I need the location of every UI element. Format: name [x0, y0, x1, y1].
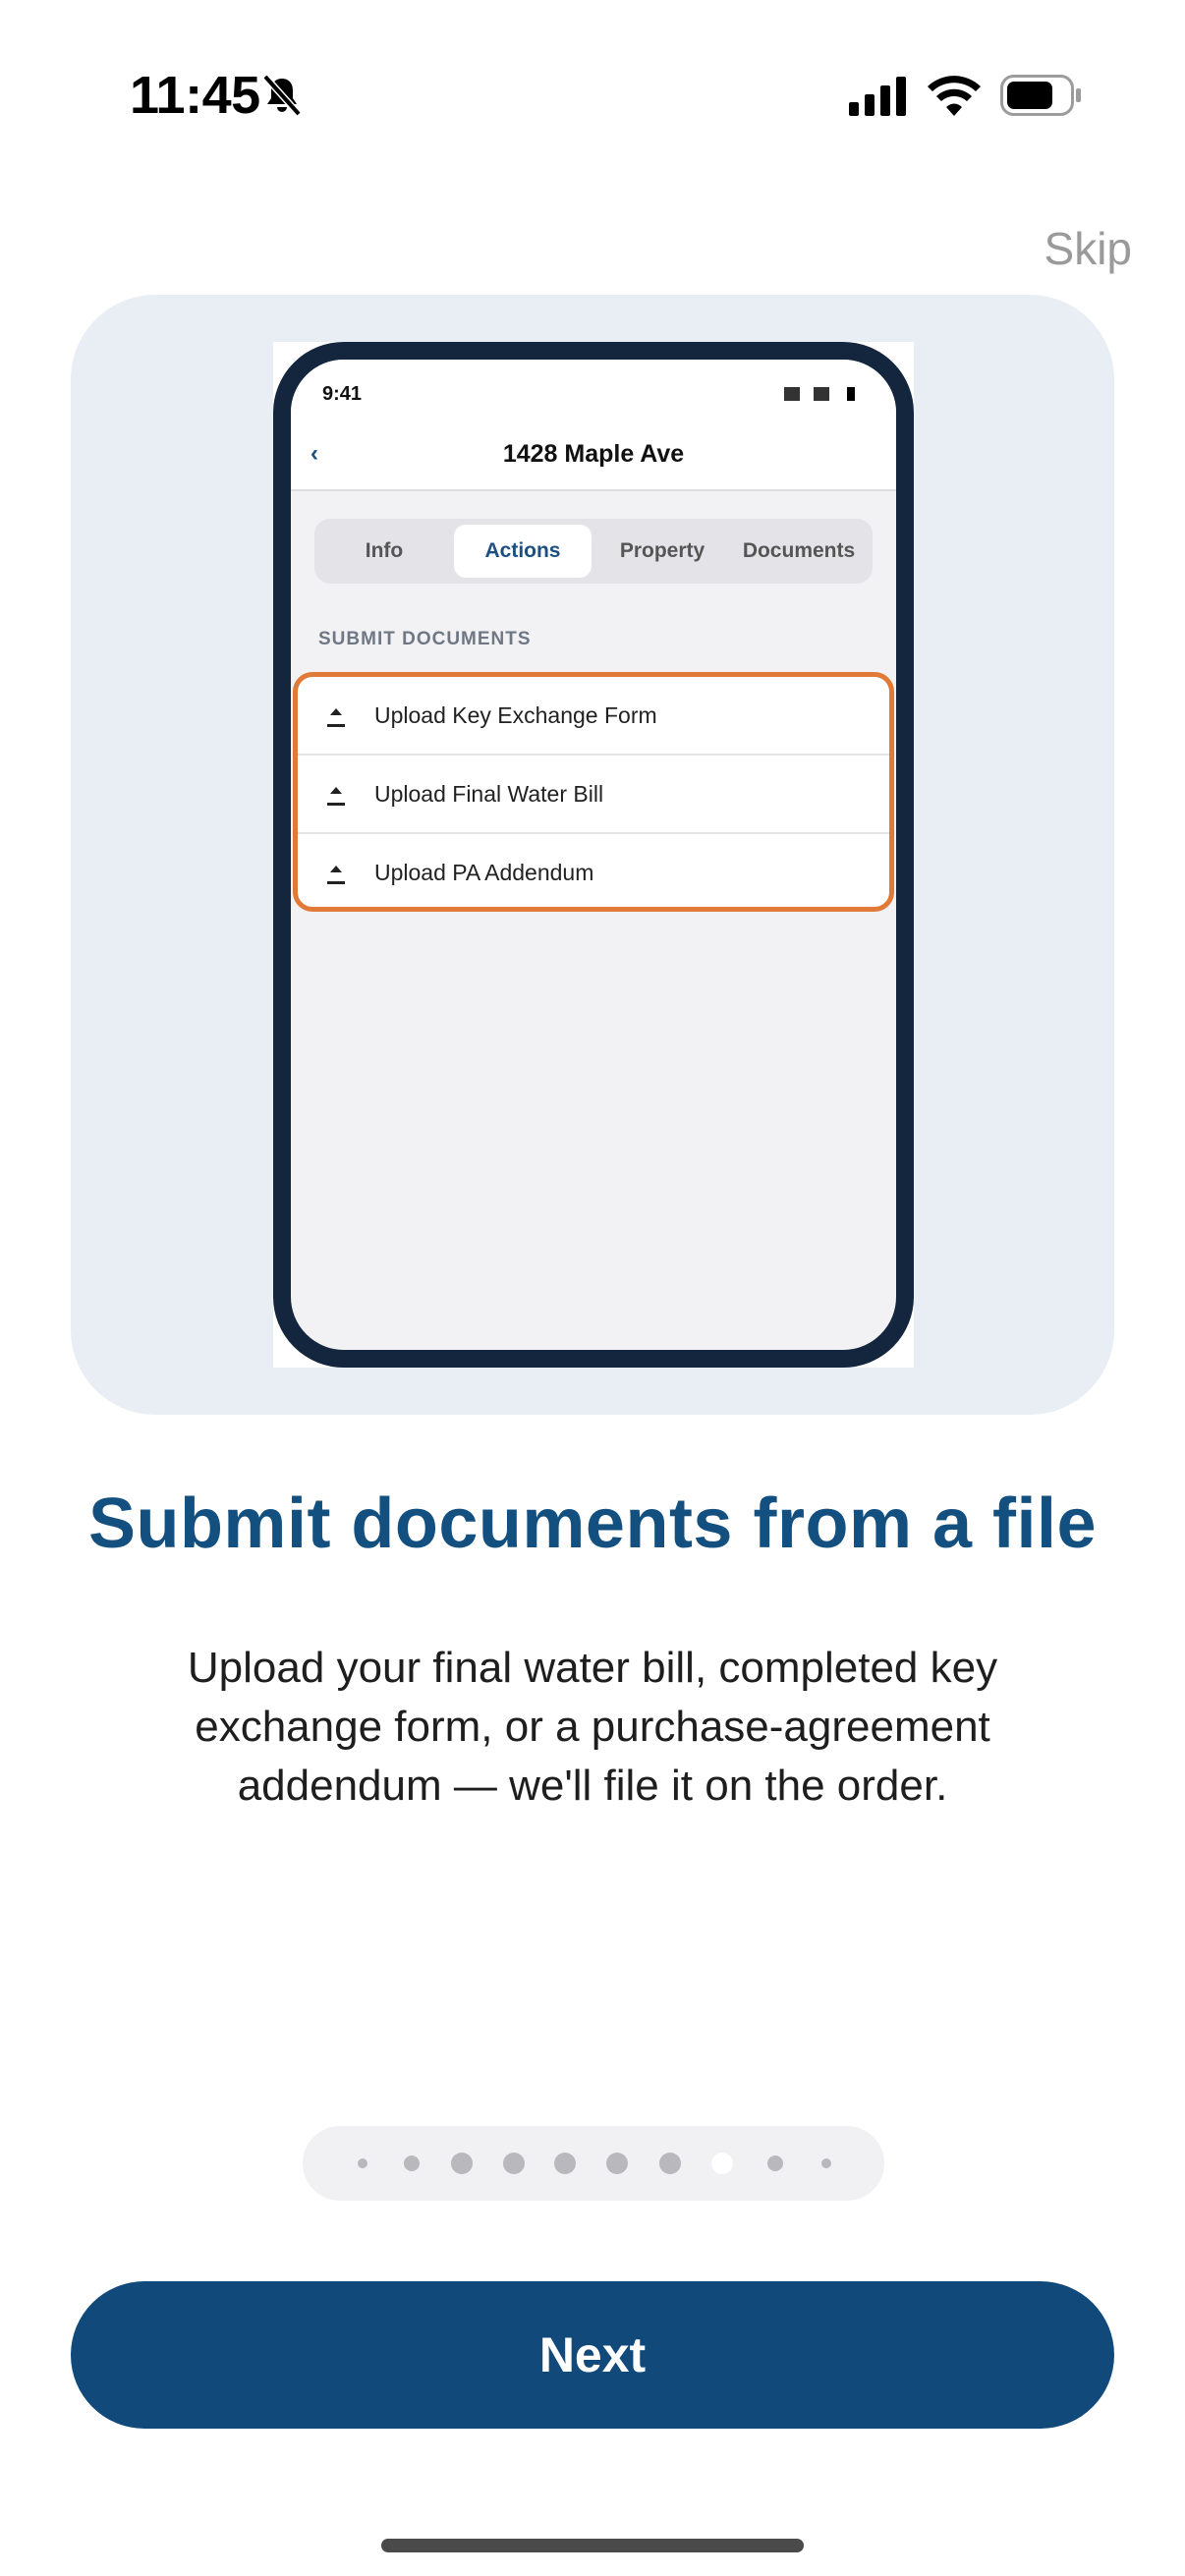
list-item: Upload Key Exchange Form [298, 677, 889, 756]
mock-status-icons [784, 387, 855, 401]
list-item: Upload Final Water Bill [298, 756, 889, 834]
page-dot[interactable] [821, 2158, 831, 2168]
page-description: Upload your final water bill, completed … [187, 1644, 998, 1810]
skip-button[interactable]: Skip [1044, 222, 1132, 275]
page-dot[interactable] [358, 2158, 367, 2168]
mock-upload-list: Upload Key Exchange Form Upload Final Wa… [293, 672, 894, 912]
page-dot[interactable] [554, 2153, 576, 2174]
home-indicator[interactable] [381, 2539, 804, 2552]
mock-tab-info: Info [365, 539, 404, 562]
page-dot[interactable] [659, 2153, 681, 2174]
upload-icon [327, 708, 345, 727]
battery-icon [1000, 75, 1081, 116]
page-dot-active[interactable] [711, 2153, 733, 2174]
phone-frame: 9:41 ‹ 1428 Maple Ave Info Actions Prope… [273, 342, 914, 1368]
page-dot[interactable] [606, 2153, 628, 2174]
upload-icon [327, 866, 345, 884]
cellular-signal-icon [849, 77, 906, 116]
mock-tab-documents: Documents [742, 539, 856, 562]
bell-off-icon [262, 74, 302, 117]
list-item-label: Upload Key Exchange Form [374, 702, 657, 728]
mock-tab-property: Property [619, 539, 705, 562]
status-bar: 11:45 [0, 0, 1185, 187]
page-dot[interactable] [503, 2153, 525, 2174]
mock-section-header: SUBMIT DOCUMENTS [318, 629, 532, 649]
page-dot[interactable] [451, 2153, 473, 2174]
list-item: Upload PA Addendum [298, 834, 889, 907]
phone-mockup: 9:41 ‹ 1428 Maple Ave Info Actions Prope… [273, 342, 914, 1368]
list-item-label: Upload PA Addendum [374, 860, 594, 885]
upload-icon [327, 787, 345, 806]
mock-nav-bar: ‹ 1428 Maple Ave [291, 419, 896, 491]
page-indicator[interactable] [303, 2126, 884, 2201]
page-dot[interactable] [404, 2156, 420, 2171]
status-time: 11:45 [130, 66, 260, 125]
mock-status-bar: 9:41 [291, 360, 896, 419]
mock-status-time: 9:41 [322, 383, 363, 405]
next-button[interactable]: Next [71, 2281, 1114, 2429]
wifi-icon [928, 76, 981, 116]
mock-nav-title: 1428 Maple Ave [502, 440, 685, 468]
mock-segmented-control: Info Actions Property Documents [314, 519, 873, 584]
mock-tab-actions: Actions [454, 525, 592, 578]
list-item-label: Upload Final Water Bill [374, 781, 604, 807]
page-dot[interactable] [767, 2156, 783, 2171]
page-title: Submit documents from a file [87, 1484, 1098, 1563]
